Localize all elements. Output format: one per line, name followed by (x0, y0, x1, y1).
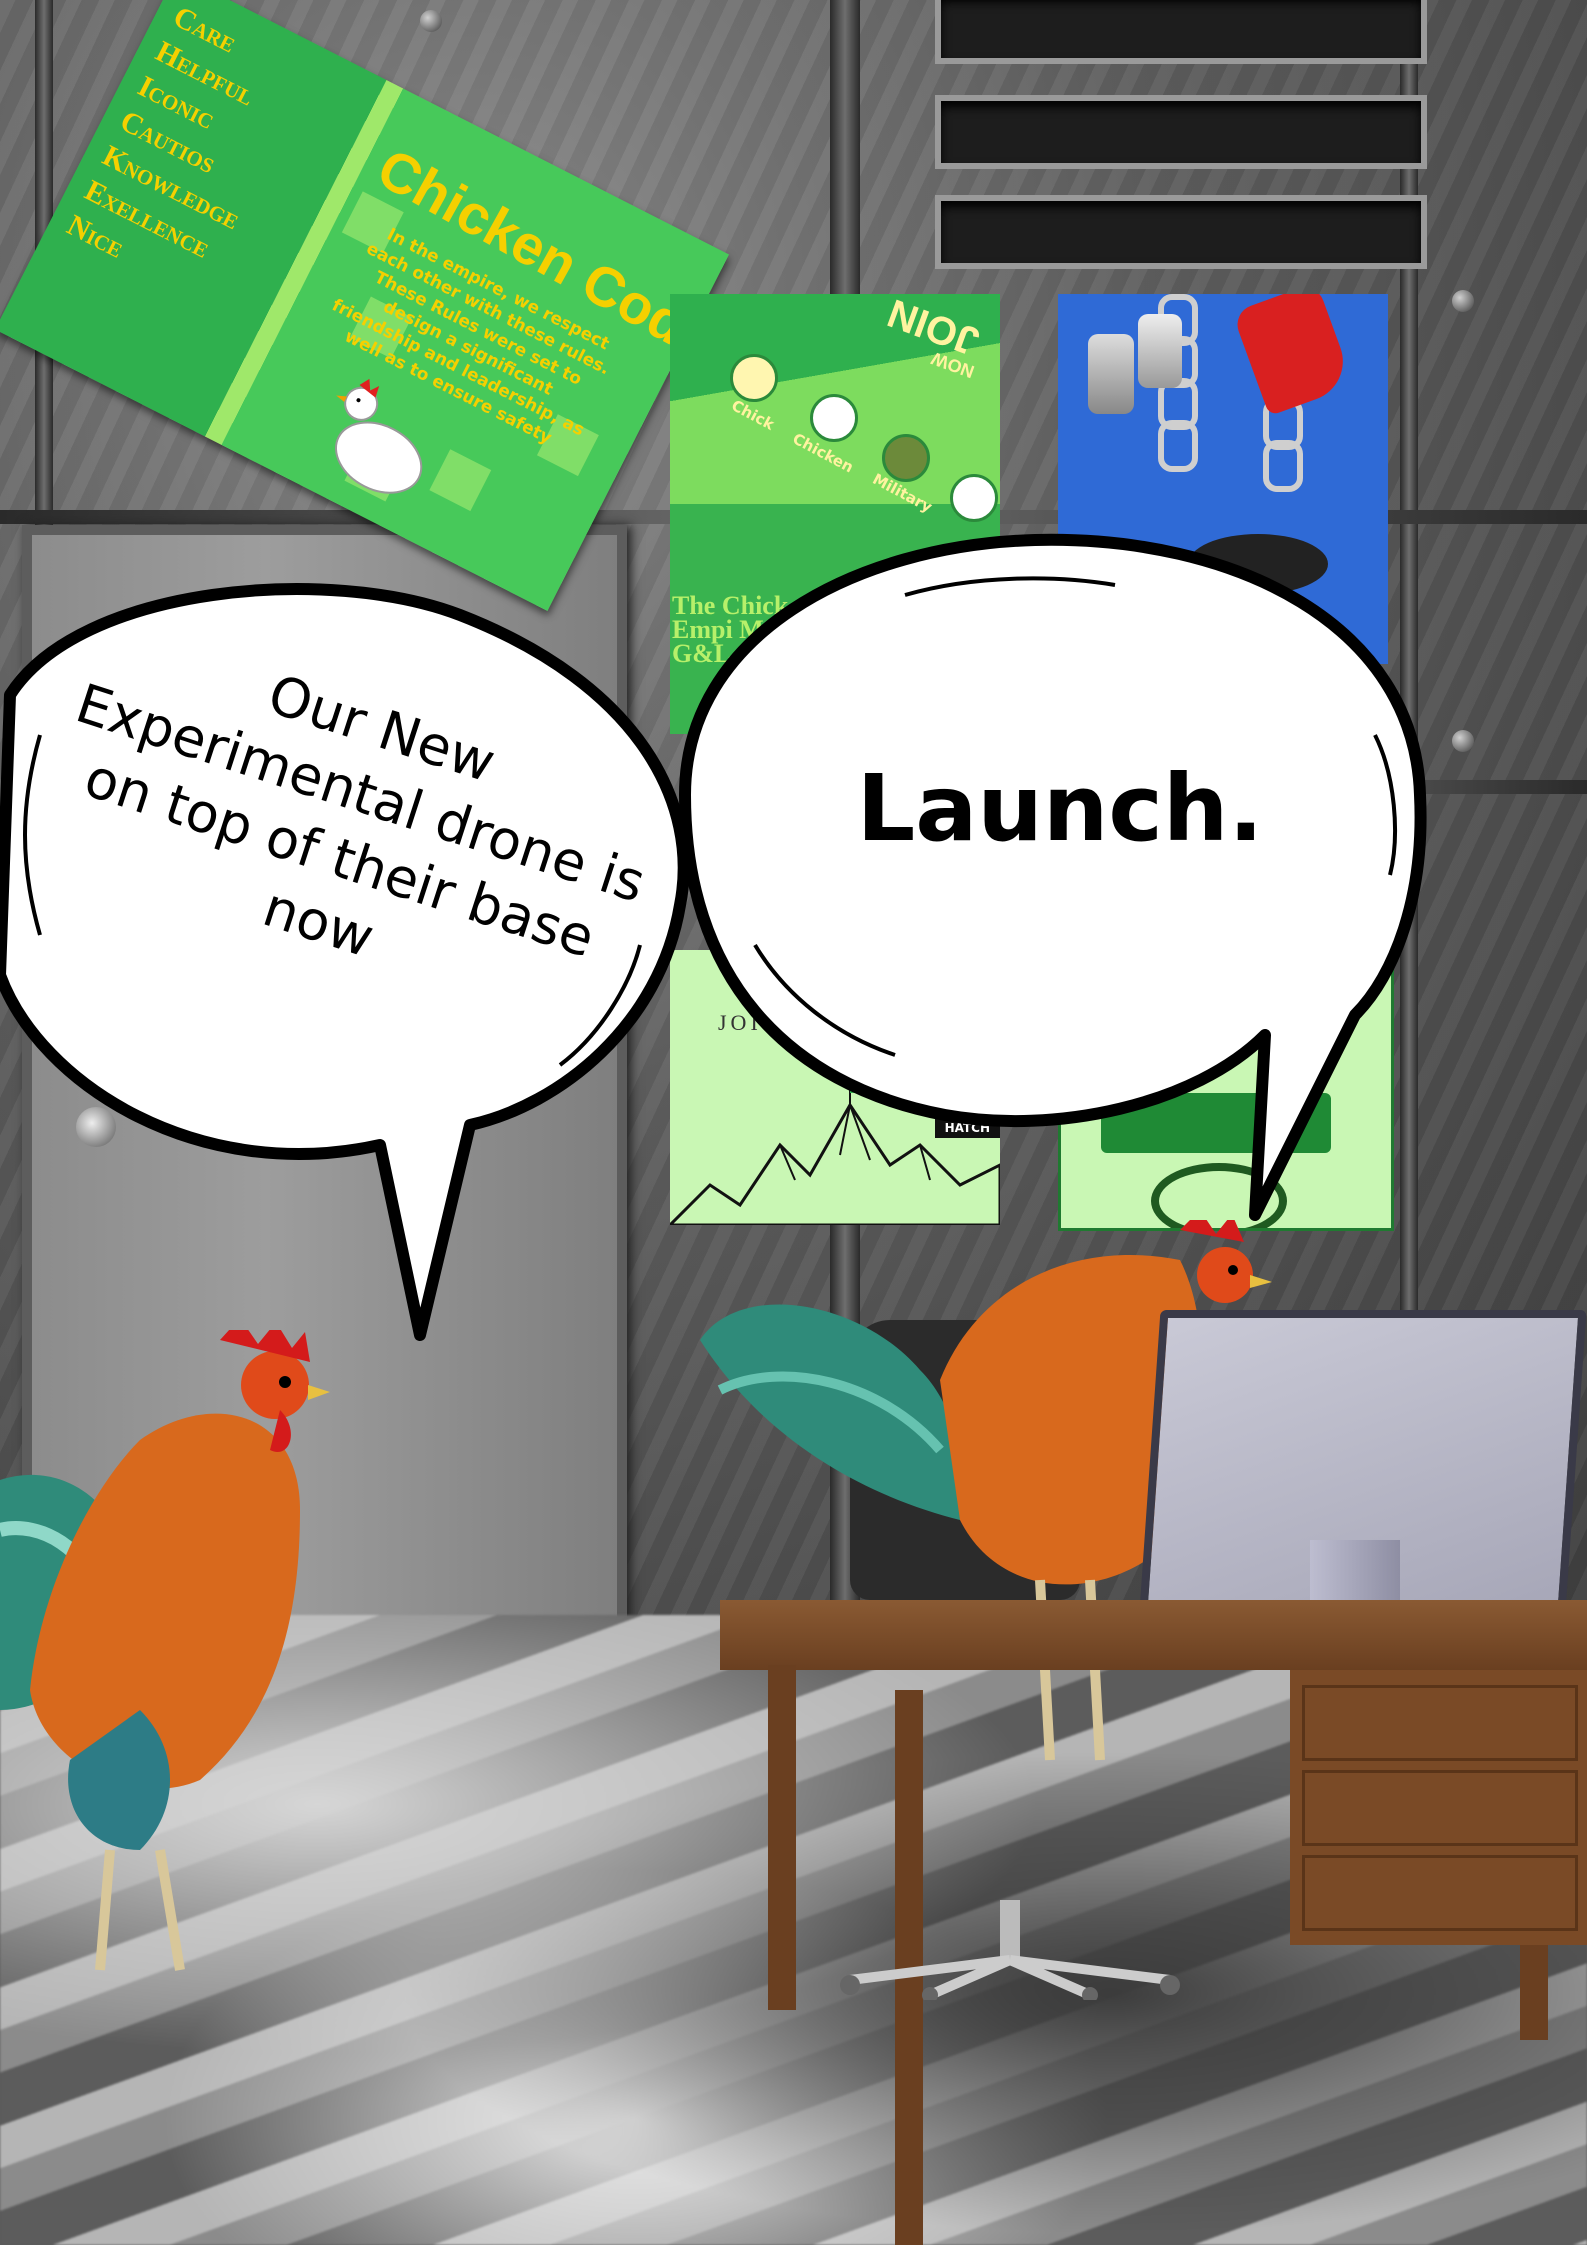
speech-bubble-right (679, 533, 1427, 1221)
rooster-left (0, 1330, 330, 1971)
desk-drawers (1290, 1670, 1587, 1945)
chick-icon (730, 354, 778, 402)
wall-vent (935, 0, 1427, 64)
salt-shaker-icon (1088, 334, 1134, 414)
bolt (420, 10, 442, 32)
drawer (1302, 1685, 1578, 1761)
wall-vent (935, 195, 1427, 269)
speech-text-right: Launch. (856, 755, 1264, 862)
hot-sauce-icon (1231, 294, 1355, 417)
chicken-icon (810, 394, 858, 442)
desk-leg (768, 1665, 796, 2010)
drawer (1302, 1855, 1578, 1931)
desk (720, 1600, 1587, 1670)
drawer (1302, 1770, 1578, 1846)
bolt (1452, 290, 1474, 312)
wall-vent (935, 95, 1427, 169)
comic-scene: Care Helpful Iconic Cautios Knowledge Ex… (0, 0, 1587, 2245)
pepper-shaker-icon (1138, 314, 1182, 388)
bolt (1452, 730, 1474, 752)
chair-base (840, 1900, 1180, 2000)
